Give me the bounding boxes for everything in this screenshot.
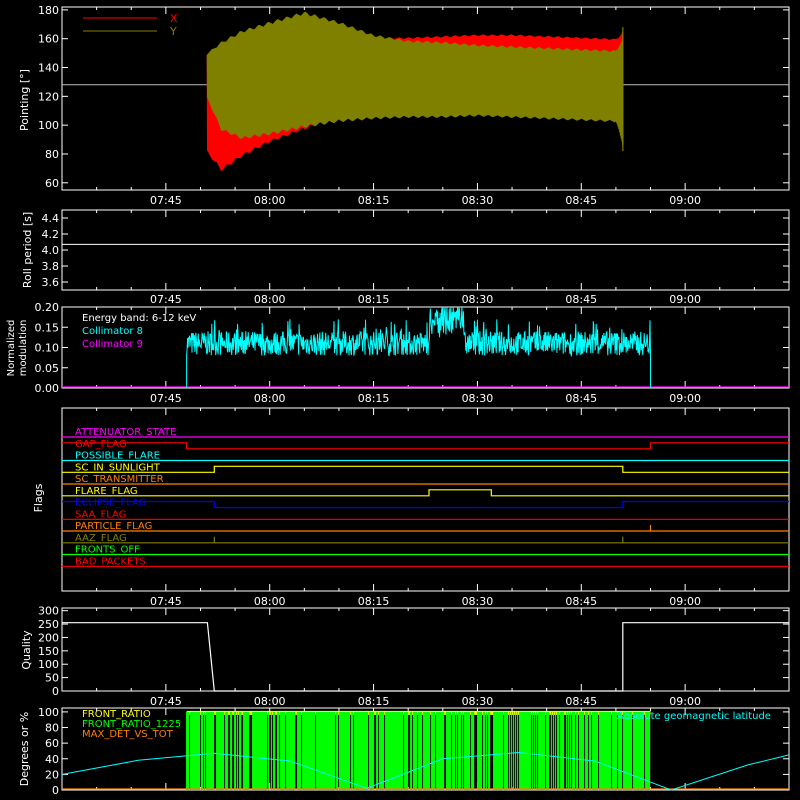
y-tick-label: 0.15	[35, 321, 60, 334]
legend-label-y: Y	[169, 25, 177, 38]
y-tick-label: 0.20	[35, 301, 60, 314]
y-tick-label: 80	[45, 148, 59, 161]
x-tick-label: 07:45	[150, 695, 182, 708]
flag-flare-flag-label: FLARE_FLAG	[75, 486, 138, 497]
flag-aaz-flag-label: AAZ_FLAG	[75, 533, 127, 544]
x-tick-label: 07:45	[150, 595, 182, 608]
y-axis-label: Degrees or %	[18, 712, 31, 786]
x-tick-label: 08:30	[462, 194, 494, 207]
y-tick-label: 180	[38, 4, 59, 17]
y-tick-label: 0.10	[35, 342, 60, 355]
y-tick-label: 300	[38, 605, 59, 618]
y-axis-label: Quality	[20, 630, 33, 670]
legend-label-max-det-vs-tot: MAX_DET_VS_TOT	[82, 729, 174, 740]
x-tick-label: 08:15	[358, 293, 390, 306]
y-axis-label: Pointing [°]	[18, 69, 31, 131]
x-tick-label: 07:45	[150, 293, 182, 306]
legend-label-collimator-9: Collimator 9	[82, 339, 143, 350]
x-tick-label: 07:45	[150, 392, 182, 405]
x-tick-label: 08:45	[565, 293, 597, 306]
y-axis-label: Roll period [s]	[21, 212, 34, 288]
x-tick-label: 08:00	[254, 595, 286, 608]
flag-eclipse-flag-label: ECLIPSE_FLAG	[75, 498, 146, 509]
flag-possible-flare-label: POSSIBLE_FLARE	[75, 451, 160, 462]
x-tick-label: 09:00	[669, 695, 701, 708]
y-tick-label: 60	[45, 177, 59, 190]
y-tick-label: 160	[38, 33, 59, 46]
flag-particle-flag-label: PARTICLE_FLAG	[75, 521, 152, 532]
x-tick-label: 08:00	[254, 194, 286, 207]
flag-sc-transmitter-label: SC_TRANSMITTER	[75, 474, 164, 485]
y-tick-label: 40	[45, 753, 59, 766]
y-tick-label: 150	[38, 645, 59, 658]
y-tick-label: 140	[38, 62, 59, 75]
y-tick-label: 250	[38, 618, 59, 631]
y-tick-label: 0	[52, 784, 59, 797]
y-tick-label: 50	[45, 672, 59, 685]
x-tick-label: 08:30	[462, 695, 494, 708]
x-tick-label: 08:00	[254, 695, 286, 708]
legend-label-geomagnetic-latitude: Absolute geomagnetic latitude	[617, 711, 771, 722]
y-tick-label: 4.0	[42, 244, 60, 257]
x-tick-label: 07:45	[150, 194, 182, 207]
rhessi-quicklook-figure: 60 80 100 120 140 160 180 07:45 08:00 08:15 08:30 0…	[0, 0, 800, 800]
x-tick-label: 08:00	[254, 293, 286, 306]
y-tick-label: 120	[38, 90, 59, 103]
x-tick-label: 09:00	[669, 392, 701, 405]
y-tick-label: 60	[45, 737, 59, 750]
flag-bad-packets-label: BAD_PACKETS	[75, 556, 146, 567]
x-tick-label: 08:30	[462, 293, 494, 306]
y-tick-label: 200	[38, 631, 59, 644]
y-tick-label: 100	[38, 658, 59, 671]
y-tick-label: 0.00	[35, 382, 60, 395]
y-axis-label: Normalized	[6, 320, 17, 377]
flag-saa-flag-label: SAA_FLAG	[75, 509, 126, 520]
x-tick-label: 08:30	[462, 392, 494, 405]
y-tick-label: 4.2	[42, 228, 60, 241]
legend-label-collimator-8: Collimator 8	[82, 326, 143, 337]
flag-gap-flag-label: GAP_FLAG	[75, 439, 127, 450]
y-tick-label: 4.4	[42, 212, 60, 225]
x-tick-label: 08:30	[462, 595, 494, 608]
y-tick-label: 0	[52, 685, 59, 698]
y-tick-label: 20	[45, 768, 59, 781]
y-axis-label: modulation	[18, 320, 29, 377]
x-tick-label: 09:00	[669, 595, 701, 608]
flag-attenuator-state-label: ATTENUATOR_STATE	[75, 427, 176, 438]
energy-band-label: Energy band: 6-12 keV	[82, 313, 196, 324]
x-tick-label: 08:45	[565, 392, 597, 405]
x-tick-label: 08:15	[358, 695, 390, 708]
x-tick-label: 09:00	[669, 293, 701, 306]
x-tick-label: 08:15	[358, 194, 390, 207]
y-tick-label: 0.05	[35, 362, 60, 375]
flag-fronts-off-label: FRONTS_OFF	[75, 545, 140, 556]
y-tick-label: 100	[38, 119, 59, 132]
x-tick-label: 08:15	[358, 392, 390, 405]
x-tick-label: 08:15	[358, 595, 390, 608]
y-tick-label: 3.6	[42, 276, 60, 289]
front-ratio-1225-bars	[186, 711, 651, 790]
legend-label-x: X	[170, 12, 178, 25]
x-tick-label: 09:00	[669, 194, 701, 207]
x-tick-label: 08:45	[565, 194, 597, 207]
x-tick-label: 08:45	[565, 595, 597, 608]
x-tick-label: 08:00	[254, 392, 286, 405]
flag-sc-in-sunlight-label: SC_IN_SUNLIGHT	[75, 462, 161, 473]
y-tick-label: 80	[45, 722, 59, 735]
x-tick-label: 08:45	[565, 695, 597, 708]
y-axis-label: Flags	[32, 483, 45, 512]
y-tick-label: 100	[38, 706, 59, 719]
y-tick-label: 3.8	[42, 260, 60, 273]
